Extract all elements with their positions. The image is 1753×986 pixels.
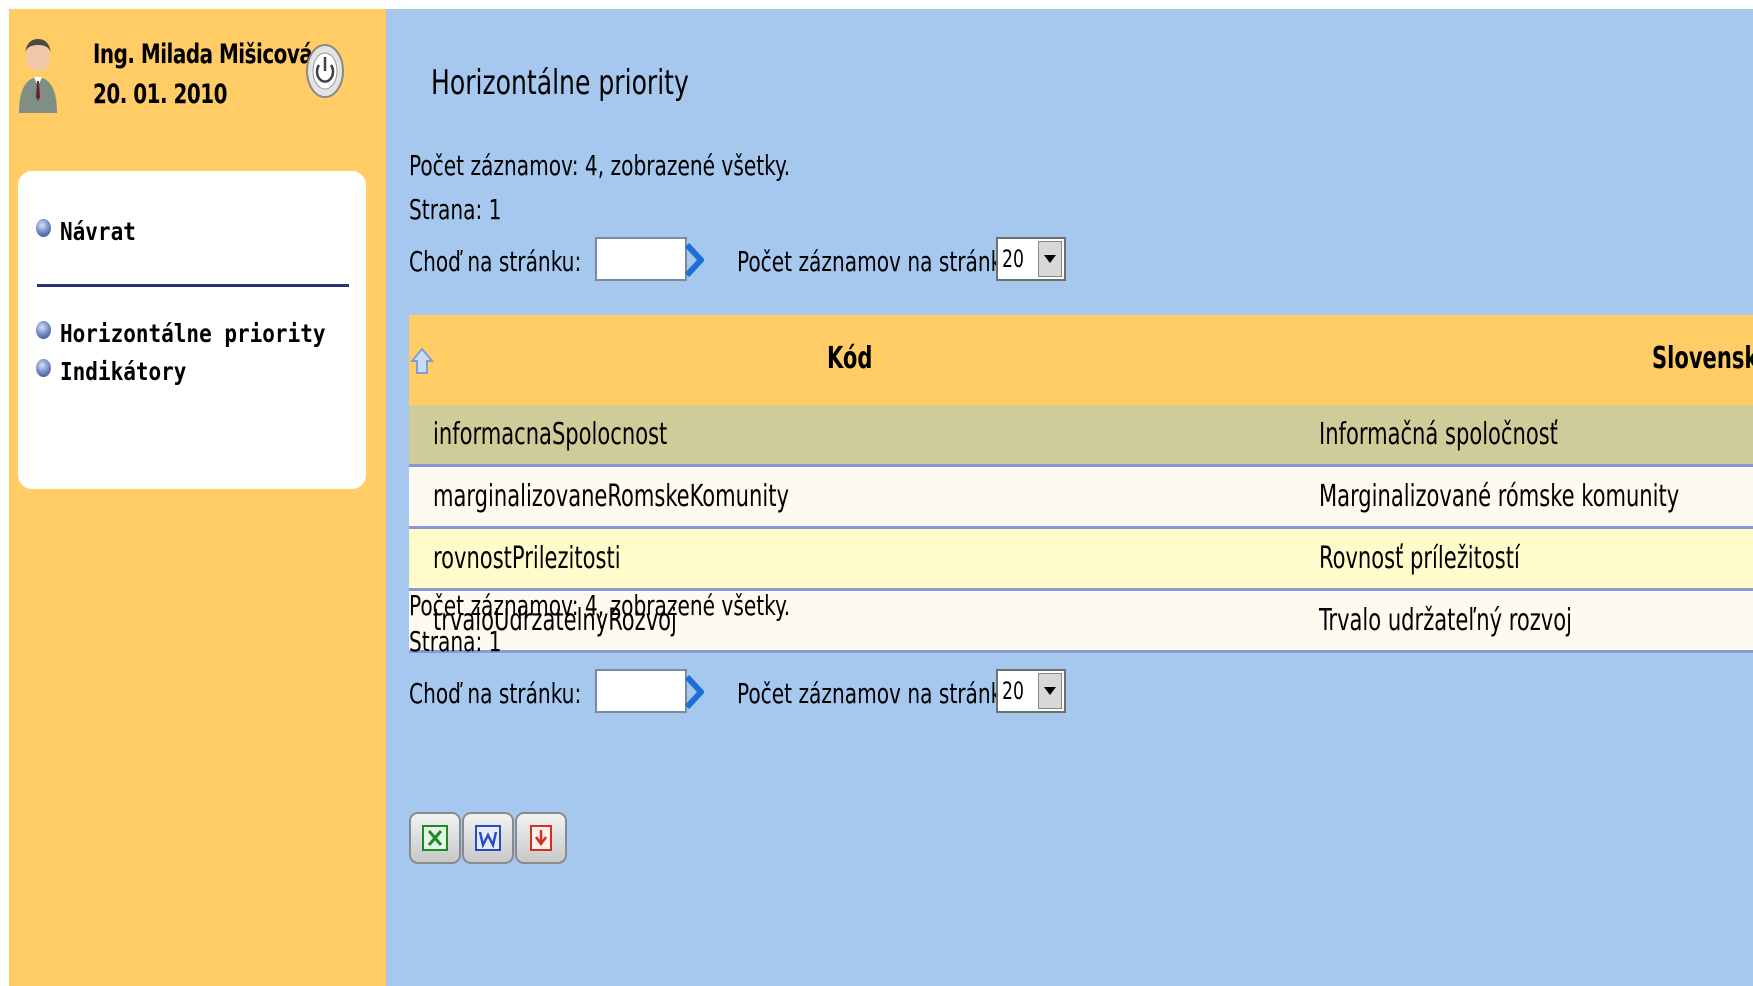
user-avatar-icon (19, 39, 57, 113)
table-row[interactable]: rovnostPrilezitosti Rovnosť príležitostí (409, 529, 1753, 591)
nav-item-label: Horizontálne priority (60, 319, 326, 348)
go-arrow-icon[interactable] (681, 673, 707, 711)
record-count: Počet záznamov: 4, zobrazené všetky. (409, 589, 791, 622)
cell-name: Trvalo udržateľný rozvoj (1319, 603, 1572, 638)
record-count: Počet záznamov: 4, zobrazené všetky. (409, 149, 791, 182)
column-header-slovak[interactable]: Slovensky (1652, 341, 1753, 376)
cell-code: rovnostPrilezitosti (433, 541, 621, 576)
table-row[interactable]: informacnaSpolocnost Informačná spoločno… (409, 405, 1753, 467)
column-header-code[interactable]: Kód (827, 341, 872, 376)
cell-name: Informačná spoločnosť (1319, 417, 1558, 452)
per-page-select[interactable]: 20 (996, 669, 1066, 713)
cell-code: marginalizovaneRomskeKomunity (433, 479, 789, 514)
word-icon (475, 825, 501, 851)
dropdown-arrow-icon[interactable] (1038, 241, 1062, 277)
power-icon[interactable] (305, 43, 345, 99)
nav-back[interactable]: Návrat (36, 217, 150, 246)
per-page-value: 20 (1002, 245, 1024, 273)
nav-back-label: Návrat (60, 217, 136, 246)
app-frame: Ing. Milada Mišicová 20. 01. 2010 Návrat… (9, 9, 1753, 986)
nav-panel: Návrat Horizontálne priority Indikátory (18, 171, 366, 489)
bullet-icon (36, 320, 51, 339)
goto-page-label: Choď na stránku: (409, 245, 582, 278)
sidebar: Ing. Milada Mišicová 20. 01. 2010 Návrat… (9, 9, 386, 986)
goto-page-label: Choď na stránku: (409, 677, 582, 710)
sort-up-icon[interactable] (409, 345, 435, 379)
export-pdf-button[interactable] (515, 812, 567, 864)
main-content: Horizontálne priority Počet záznamov: 4,… (386, 9, 1753, 986)
page-number: Strana: 1 (409, 193, 502, 226)
nav-item-label: Indikátory (60, 357, 187, 386)
bullet-icon (36, 358, 51, 377)
per-page-select[interactable]: 20 (996, 237, 1066, 281)
go-arrow-icon[interactable] (681, 241, 707, 279)
export-excel-button[interactable] (409, 812, 461, 864)
nav-divider (37, 284, 349, 287)
goto-page-input[interactable] (595, 237, 687, 281)
excel-icon (422, 825, 448, 851)
table-row[interactable]: marginalizovaneRomskeKomunity Marginaliz… (409, 467, 1753, 529)
goto-page-input[interactable] (595, 669, 687, 713)
page-number: Strana: 1 (409, 625, 502, 658)
cell-code: informacnaSpolocnost (433, 417, 668, 452)
cell-name: Marginalizované rómske komunity (1319, 479, 1680, 514)
nav-item-horizontal-priorities[interactable]: Horizontálne priority (36, 319, 376, 348)
nav-item-indicators[interactable]: Indikátory (36, 357, 211, 386)
page-title: Horizontálne priority (431, 63, 689, 103)
export-word-button[interactable] (462, 812, 514, 864)
pdf-icon (530, 825, 552, 851)
dropdown-arrow-icon[interactable] (1038, 673, 1062, 709)
per-page-label: Počet záznamov na stránku: (737, 677, 1022, 710)
user-name: Ing. Milada Mišicová (93, 39, 313, 70)
user-date: 20. 01. 2010 (93, 79, 227, 110)
cell-name: Rovnosť príležitostí (1319, 541, 1520, 576)
per-page-label: Počet záznamov na stránku: (737, 245, 1022, 278)
bullet-icon (36, 218, 51, 237)
per-page-value: 20 (1002, 677, 1024, 705)
table-header: Kód Slovensky (409, 315, 1753, 405)
